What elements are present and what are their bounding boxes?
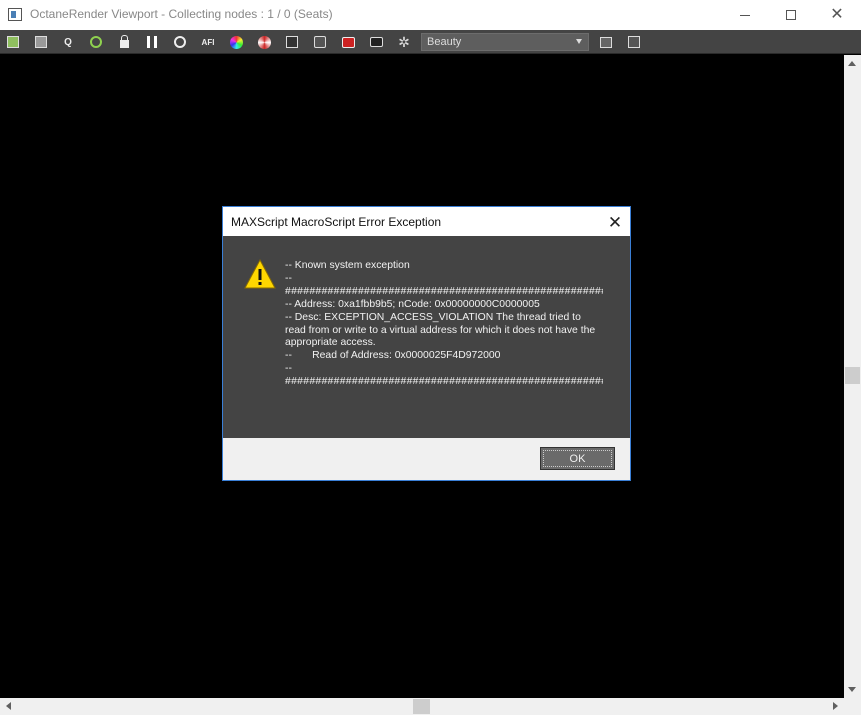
- save-image-icon[interactable]: [284, 34, 300, 50]
- message-line: -- Read of Address: 0x0000025F4D972000: [285, 350, 501, 362]
- minimize-button[interactable]: [722, 0, 768, 30]
- ok-button[interactable]: OK: [540, 447, 615, 470]
- maximize-button[interactable]: [768, 0, 814, 30]
- app-icon: [8, 8, 22, 21]
- dialog-close-button[interactable]: ✕: [601, 210, 629, 234]
- minimize-icon: [740, 14, 750, 16]
- region-label: Q: [64, 36, 72, 48]
- lock-icon[interactable]: [116, 34, 132, 50]
- film-icon[interactable]: [312, 34, 328, 50]
- warning-icon: [244, 258, 276, 289]
- afi-label: AFI: [201, 37, 215, 47]
- dialog-footer: OK: [223, 438, 630, 480]
- error-dialog: MAXScript MacroScript Error Exception ✕ …: [222, 206, 631, 481]
- scroll-left-icon[interactable]: [6, 702, 11, 710]
- list-icon[interactable]: [598, 34, 614, 50]
- horizontal-scrollbar[interactable]: [0, 698, 844, 715]
- refresh-icon[interactable]: [172, 34, 188, 50]
- message-line: -- Address: 0xa1fbb9b5; nCode: 0x0000000…: [285, 298, 540, 310]
- render-pass-value: Beauty: [427, 36, 462, 48]
- message-line: --: [285, 272, 292, 284]
- scroll-up-icon[interactable]: [848, 61, 856, 66]
- dialog-body: -- Known system exception -- ###########…: [223, 236, 630, 438]
- vertical-scroll-thumb[interactable]: [845, 367, 860, 384]
- scroll-down-icon[interactable]: [848, 687, 856, 692]
- image-icon[interactable]: [626, 34, 642, 50]
- dialog-title: MAXScript MacroScript Error Exception: [231, 215, 442, 229]
- render-icon[interactable]: [340, 34, 356, 50]
- message-line: --: [285, 363, 292, 375]
- close-window-button[interactable]: ✕: [814, 0, 860, 30]
- render-settings-icon[interactable]: [256, 34, 272, 50]
- camera-icon[interactable]: [368, 34, 384, 50]
- restart-icon[interactable]: [88, 34, 104, 50]
- message-line: -- Desc: EXCEPTION_ACCESS_VIOLATION The …: [285, 311, 596, 349]
- message-line: ########################################…: [285, 285, 603, 297]
- color-picker-icon[interactable]: [228, 34, 244, 50]
- render-pass-select[interactable]: Beauty: [421, 33, 589, 51]
- message-line: -- Known system exception: [285, 260, 410, 271]
- afi-icon[interactable]: AFI: [200, 34, 216, 50]
- viewport-toolbar: Q AFI ✲ Beauty: [0, 30, 861, 54]
- chevron-down-icon: [576, 39, 582, 44]
- message-line: ########################################…: [285, 376, 603, 388]
- close-icon: ✕: [830, 6, 844, 23]
- export-icon[interactable]: [5, 34, 21, 50]
- clipboard-icon[interactable]: [33, 34, 49, 50]
- scrollbar-corner: [844, 698, 861, 715]
- scroll-right-icon[interactable]: [833, 702, 838, 710]
- horizontal-scroll-thumb[interactable]: [413, 699, 430, 714]
- settings-gear-icon[interactable]: ✲: [396, 34, 412, 50]
- vertical-scrollbar[interactable]: [844, 55, 861, 698]
- window-titlebar: OctaneRender Viewport - Collecting nodes…: [0, 0, 861, 30]
- close-icon: ✕: [607, 212, 623, 232]
- maximize-icon: [786, 10, 796, 20]
- window-title: OctaneRender Viewport - Collecting nodes…: [30, 7, 333, 21]
- pause-icon[interactable]: [144, 34, 160, 50]
- region-icon[interactable]: Q: [60, 34, 76, 50]
- error-message: -- Known system exception -- ###########…: [285, 260, 603, 420]
